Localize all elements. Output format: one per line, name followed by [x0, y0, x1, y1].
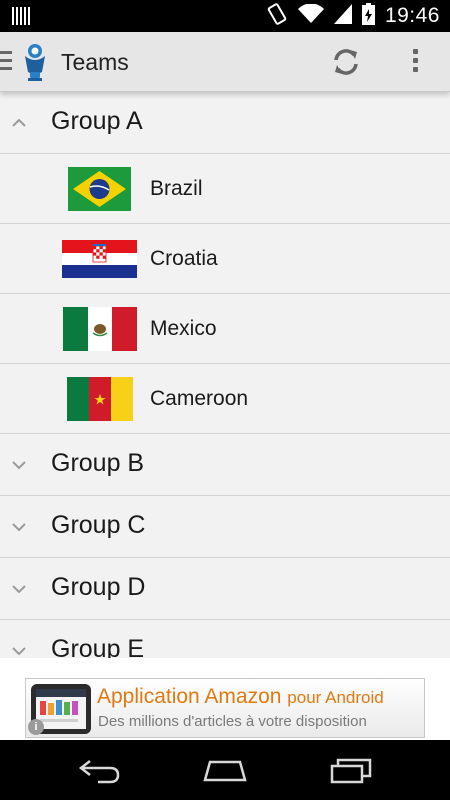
- brazil-flag-icon: [68, 167, 131, 211]
- chevron-down-icon: [12, 647, 26, 656]
- team-row-mexico[interactable]: Mexico: [0, 294, 450, 364]
- cameroon-flag-icon: [67, 377, 133, 421]
- page-title: Teams: [61, 49, 129, 75]
- ad-banner[interactable]: i Application Amazon pour Android Des mi…: [25, 678, 425, 738]
- group-header-b[interactable]: Group B: [0, 434, 450, 496]
- recent-apps-icon[interactable]: [328, 756, 376, 784]
- chevron-up-icon: [12, 118, 26, 127]
- battery-icon: [361, 2, 375, 30]
- team-row-cameroon[interactable]: Cameroon: [0, 364, 450, 434]
- ad-info-icon[interactable]: i: [28, 719, 44, 735]
- home-icon[interactable]: [201, 756, 249, 784]
- group-header-d[interactable]: Group D: [0, 558, 450, 620]
- team-name: Cameroon: [150, 387, 249, 410]
- ad-headline-main: Application Amazon: [97, 685, 282, 708]
- ad-headline-suffix: pour Android: [287, 688, 384, 707]
- refresh-icon[interactable]: [328, 44, 364, 80]
- group-label: Group C: [51, 511, 146, 539]
- ad-area: i Application Amazon pour Android Des mi…: [0, 658, 450, 740]
- team-row-brazil[interactable]: Brazil: [0, 154, 450, 224]
- teams-list: Group A Brazil Croatia Mexico Cameroon G…: [0, 92, 450, 658]
- mexico-flag-icon: [63, 307, 137, 351]
- status-time: 19:46: [384, 4, 440, 27]
- app-logo-icon[interactable]: [22, 42, 48, 82]
- croatia-flag-icon: [62, 240, 137, 278]
- back-icon[interactable]: [76, 756, 124, 784]
- wifi-icon: [297, 2, 324, 29]
- overflow-menu-icon[interactable]: [405, 46, 425, 78]
- signal-icon: [333, 3, 352, 29]
- chevron-down-icon: [12, 523, 26, 532]
- team-name: Mexico: [150, 317, 217, 340]
- team-name: Brazil: [150, 177, 203, 200]
- action-bar: Teams: [0, 32, 450, 92]
- ad-headline: Application Amazon pour Android: [97, 685, 384, 709]
- chevron-down-icon: [12, 585, 26, 594]
- group-label: Group D: [51, 573, 146, 601]
- navigation-bar: [0, 740, 450, 800]
- group-header-a[interactable]: Group A: [0, 92, 450, 154]
- group-label: Group B: [51, 449, 145, 477]
- status-bar: 19:46: [0, 0, 450, 32]
- group-header-e[interactable]: Group E: [0, 620, 450, 658]
- group-label: Group E: [51, 635, 145, 658]
- team-name: Croatia: [150, 247, 218, 270]
- chevron-down-icon: [12, 461, 26, 470]
- team-row-croatia[interactable]: Croatia: [0, 224, 450, 294]
- group-label: Group A: [51, 107, 143, 135]
- group-header-c[interactable]: Group C: [0, 496, 450, 558]
- vibrate-icon: [266, 2, 288, 30]
- ad-subline: Des millions d'articles à votre disposit…: [98, 713, 367, 730]
- drawer-icon[interactable]: [0, 51, 12, 73]
- barcode-icon: [12, 7, 30, 30]
